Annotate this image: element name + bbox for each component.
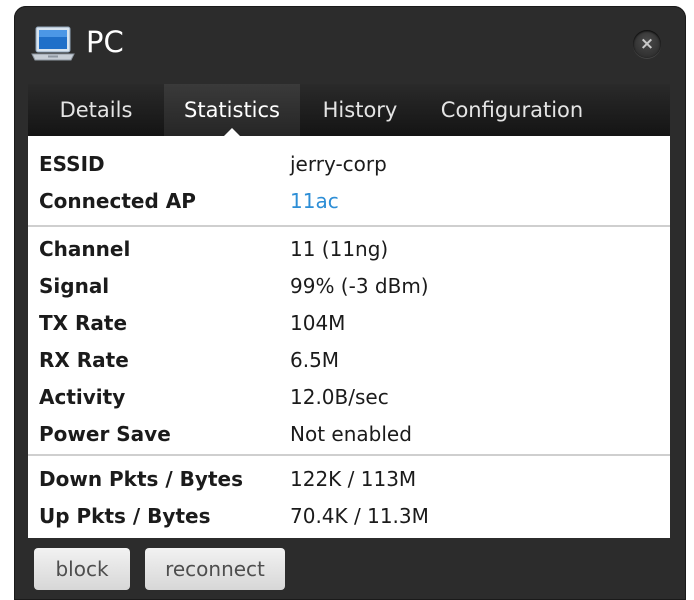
traffic-group: Down Pkts / Bytes 122K / 113M Up Pkts / … [28, 463, 670, 537]
essid-value: jerry-corp [290, 152, 387, 176]
block-button[interactable]: block [34, 548, 130, 590]
tab-statistics[interactable]: Statistics [164, 84, 300, 137]
connected-ap-link[interactable]: 11ac [290, 189, 339, 213]
reconnect-button[interactable]: reconnect [145, 548, 285, 590]
down-row: Down Pkts / Bytes 122K / 113M [28, 463, 670, 500]
connected-ap-label: Connected AP [39, 189, 196, 213]
channel-label: Channel [39, 237, 131, 261]
close-icon[interactable]: × [633, 30, 661, 58]
statistics-panel: ESSID jerry-corp Connected AP 11ac Chann… [28, 136, 670, 538]
channel-row: Channel 11 (11ng) [28, 233, 670, 270]
client-detail-window: PC × Details Statistics History Configur… [14, 6, 686, 600]
rx-rate-label: RX Rate [39, 348, 129, 372]
tab-bar: Details Statistics History Configuration [28, 84, 670, 137]
activity-row: Activity 12.0B/sec [28, 381, 670, 418]
tab-configuration[interactable]: Configuration [420, 84, 604, 136]
up-pkts-bytes-value: 70.4K / 11.3M [290, 504, 429, 528]
title-bar: PC × [14, 6, 686, 82]
essid-label: ESSID [39, 152, 105, 176]
tab-details[interactable]: Details [28, 84, 164, 136]
section-divider [28, 225, 670, 227]
signal-value: 99% (-3 dBm) [290, 274, 429, 298]
window-title: PC [86, 25, 124, 59]
connected-ap-row: Connected AP 11ac [28, 185, 670, 222]
laptop-icon [31, 26, 75, 61]
signal-label: Signal [39, 274, 110, 298]
power-save-row: Power Save Not enabled [28, 418, 670, 455]
channel-value: 11 (11ng) [290, 237, 389, 261]
radio-group: Channel 11 (11ng) Signal 99% (-3 dBm) TX… [28, 233, 670, 455]
connection-group: ESSID jerry-corp Connected AP 11ac [28, 148, 670, 222]
activity-label: Activity [39, 385, 126, 409]
tx-rate-label: TX Rate [39, 311, 128, 335]
power-save-value: Not enabled [290, 422, 412, 446]
tab-history[interactable]: History [300, 84, 420, 136]
tx-rate-value: 104M [290, 311, 346, 335]
activity-value: 12.0B/sec [290, 385, 389, 409]
action-bar: block reconnect [14, 538, 686, 600]
rx-rate-value: 6.5M [290, 348, 340, 372]
essid-row: ESSID jerry-corp [28, 148, 670, 185]
power-save-label: Power Save [39, 422, 171, 446]
tx-rate-row: TX Rate 104M [28, 307, 670, 344]
down-pkts-bytes-label: Down Pkts / Bytes [39, 467, 243, 491]
tab-statistics-label: Statistics [184, 98, 280, 122]
signal-row: Signal 99% (-3 dBm) [28, 270, 670, 307]
down-pkts-bytes-value: 122K / 113M [290, 467, 417, 491]
up-pkts-bytes-label: Up Pkts / Bytes [39, 504, 211, 528]
rx-rate-row: RX Rate 6.5M [28, 344, 670, 381]
section-divider [28, 454, 670, 456]
up-row: Up Pkts / Bytes 70.4K / 11.3M [28, 500, 670, 537]
